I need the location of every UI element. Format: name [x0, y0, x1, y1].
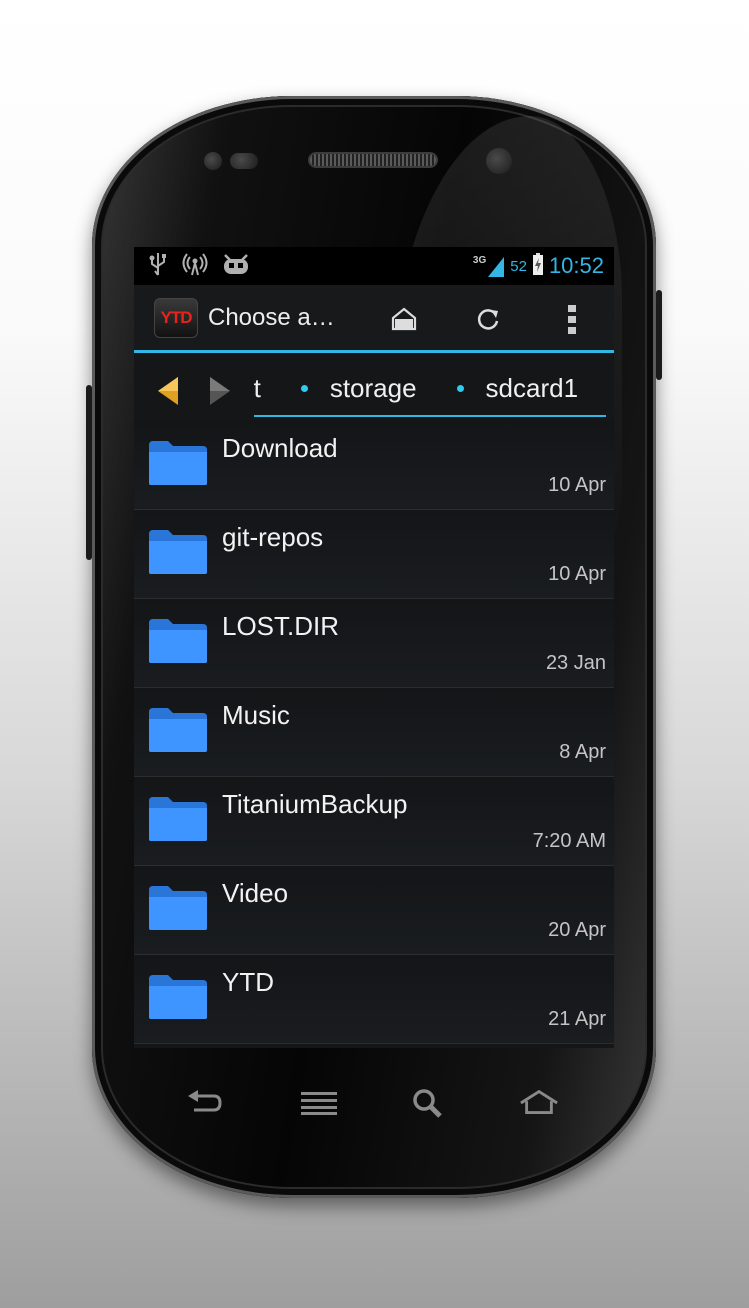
file-name: Music [222, 700, 290, 730]
light-sensor [230, 153, 258, 169]
breadcrumb-bar: root storage sdcard1 [134, 353, 614, 421]
back-icon[interactable] [184, 1083, 224, 1123]
power-button [656, 290, 662, 380]
list-item[interactable]: Download 10 Apr [134, 421, 614, 510]
list-item[interactable]: TitaniumBackup 7:20 AM [134, 777, 614, 866]
home-icon[interactable] [519, 1083, 559, 1123]
file-date: 8 Apr [559, 741, 606, 763]
folder-icon [148, 973, 208, 1026]
file-date: 20 Apr [548, 919, 606, 941]
status-clock: 10:52 [548, 253, 604, 278]
signal-3g-icon: 3G [472, 255, 505, 277]
file-name: Download [222, 433, 338, 463]
battery-charging-icon [532, 252, 543, 280]
battery-percent: 52 [510, 257, 527, 275]
file-name: git-repos [222, 522, 324, 552]
folder-icon [148, 884, 208, 937]
earpiece-speaker [308, 152, 438, 168]
status-bar: 3G 52 10:52 [134, 247, 614, 285]
home-icon[interactable] [387, 302, 421, 336]
network-type-label: 3G [472, 255, 487, 266]
file-name: YTD [222, 967, 274, 997]
file-date: 23 Jan [545, 652, 606, 674]
usb-icon [148, 251, 168, 282]
list-item[interactable]: git-repos 10 Apr [134, 510, 614, 599]
folder-icon [148, 795, 208, 848]
action-bar: YTD Choose a… [134, 285, 614, 353]
search-icon[interactable] [407, 1083, 447, 1123]
navigation-bar [134, 1075, 614, 1131]
list-item[interactable]: LOST.DIR 23 Jan [134, 599, 614, 688]
list-item[interactable]: YTD 21 Apr [134, 955, 614, 1044]
screen: 3G 52 10:52 YTD Choose a… t storage sdca… [134, 247, 614, 1048]
wireless-tether-icon [182, 251, 208, 282]
breadcrumb-separator [456, 385, 464, 392]
file-name: TitaniumBackup [222, 789, 408, 819]
folder-icon [148, 528, 208, 581]
file-name: LOST.DIR [222, 611, 340, 641]
file-date: 10 Apr [548, 474, 606, 496]
list-item[interactable]: Music 8 Apr [134, 688, 614, 777]
app-logo[interactable]: YTD [154, 297, 198, 338]
folder-icon [148, 617, 208, 670]
back-arrow-icon[interactable] [154, 375, 182, 412]
refresh-icon[interactable] [471, 302, 505, 336]
front-camera [486, 148, 512, 174]
forward-arrow-icon[interactable] [206, 375, 234, 412]
breadcrumb-storage[interactable]: storage [330, 373, 417, 404]
android-debug-icon [222, 251, 250, 282]
volume-button [86, 385, 92, 560]
folder-icon [148, 706, 208, 759]
breadcrumb: root storage sdcard1 [254, 361, 606, 417]
file-date: 7:20 AM [532, 830, 606, 852]
breadcrumb-sdcard1[interactable]: sdcard1 [486, 373, 579, 404]
breadcrumb-root[interactable]: root [254, 373, 261, 404]
menu-icon[interactable] [299, 1083, 339, 1123]
proximity-sensor [204, 152, 222, 170]
list-item[interactable]: Video 20 Apr [134, 866, 614, 955]
breadcrumb-separator [300, 385, 308, 392]
file-date: 10 Apr [548, 563, 606, 585]
file-date: 21 Apr [548, 1008, 606, 1030]
page-title: Choose a… [208, 303, 335, 331]
overflow-menu-icon[interactable] [555, 302, 589, 336]
folder-icon [148, 439, 208, 492]
file-name: Video [222, 878, 289, 908]
file-list: Download 10 Apr git-repos 10 Apr LOST.DI… [134, 421, 614, 1044]
